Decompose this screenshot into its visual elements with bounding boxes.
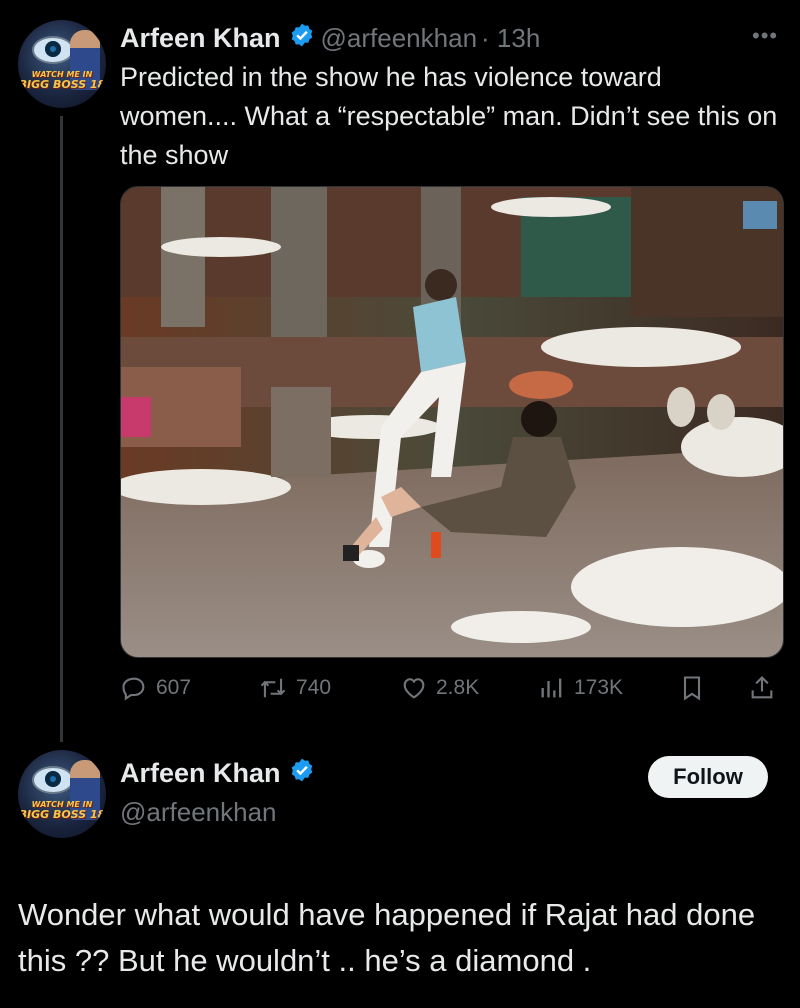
author-avatar[interactable]: WATCH ME IN BIGG BOSS 18 — [18, 750, 106, 838]
reply-count: 607 — [156, 676, 192, 699]
like-count: 2.8K — [436, 676, 480, 699]
eye-icon — [32, 36, 74, 64]
tweet-timestamp[interactable]: · 13h — [481, 23, 540, 54]
author-name[interactable]: Arfeen Khan — [120, 758, 281, 789]
author-handle[interactable]: @arfeenkhan — [321, 23, 478, 54]
avatar-banner-line2: BIGG BOSS 18 — [18, 808, 106, 821]
author-name[interactable]: Arfeen Khan — [120, 23, 281, 54]
share-button[interactable] — [748, 672, 784, 704]
tweet-actions: 607 740 2.8K 173K — [120, 672, 782, 704]
follow-button[interactable]: Follow — [648, 756, 768, 798]
thread-connector — [60, 116, 63, 742]
more-dots-icon[interactable]: ••• — [752, 25, 780, 47]
tweet-image[interactable] — [120, 186, 784, 658]
reply-button[interactable]: 607 — [120, 672, 191, 704]
verified-badge-icon — [289, 757, 315, 790]
repost-button[interactable]: 740 — [258, 672, 331, 704]
view-count: 173K — [574, 676, 624, 699]
tweet-text: Predicted in the show he has violence to… — [120, 62, 778, 170]
bookmark-button[interactable] — [678, 672, 714, 704]
share-icon — [751, 676, 773, 699]
eye-icon — [32, 766, 74, 794]
reply-icon — [122, 677, 145, 701]
views-button[interactable]: 173K — [538, 672, 623, 704]
bookmark-icon — [683, 676, 701, 701]
repost-icon — [260, 678, 286, 698]
tweet-text: Wonder what would have happened if Rajat… — [18, 897, 756, 978]
tweet-header: Arfeen Khan — [120, 757, 315, 790]
author-handle[interactable]: @arfeenkhan — [120, 797, 277, 828]
avatar-banner-line2: BIGG BOSS 18 — [18, 78, 106, 91]
repost-count: 740 — [296, 676, 332, 699]
author-avatar[interactable]: WATCH ME IN BIGG BOSS 18 — [18, 20, 106, 108]
heart-icon — [403, 678, 425, 699]
like-button[interactable]: 2.8K — [400, 672, 479, 704]
analytics-icon — [541, 678, 562, 698]
verified-badge-icon — [289, 22, 315, 55]
tweet-header: Arfeen Khan @arfeenkhan · 13h — [120, 20, 540, 56]
